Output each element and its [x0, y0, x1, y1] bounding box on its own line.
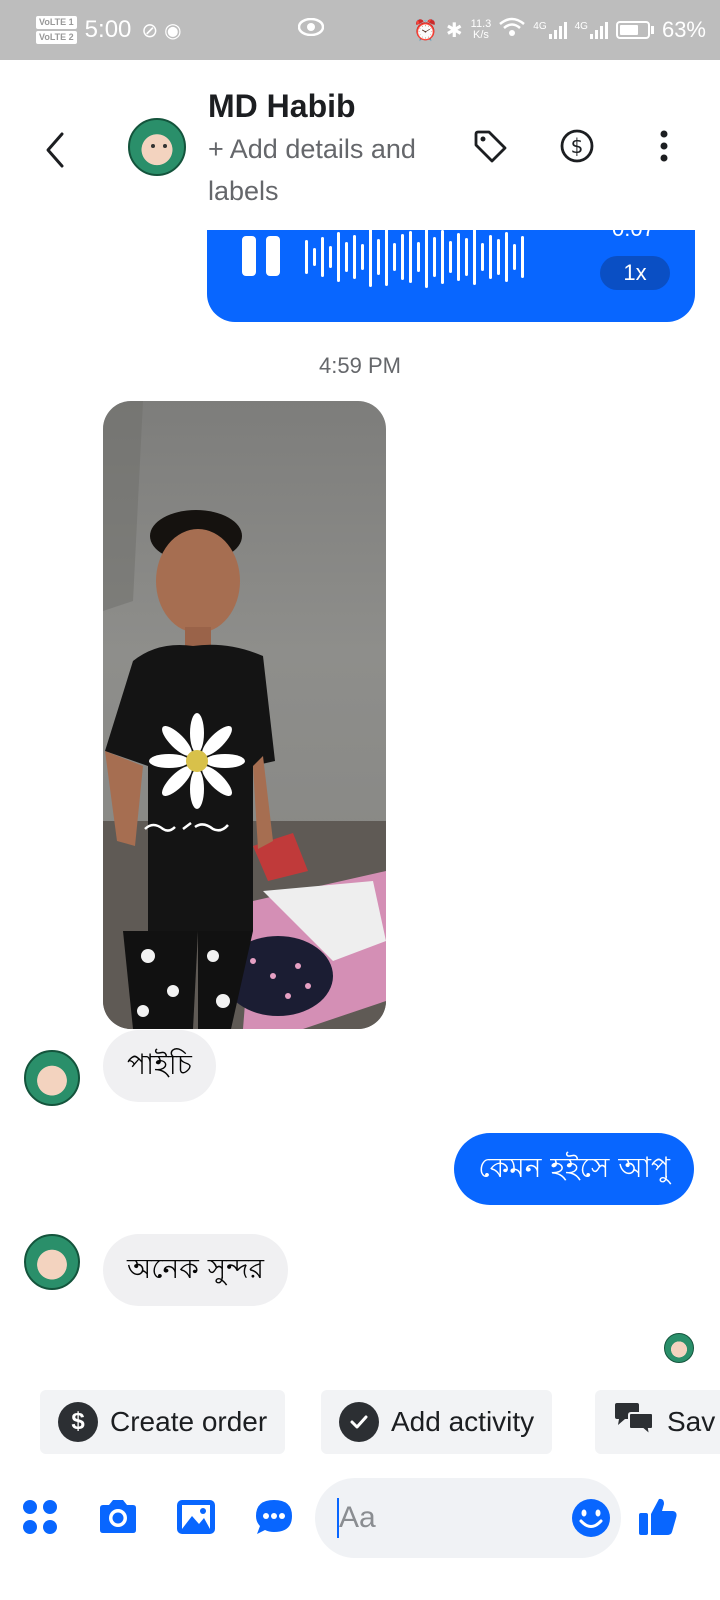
waveform-bar	[385, 230, 388, 286]
dollar-icon[interactable]: $	[557, 126, 597, 166]
audio-waveform[interactable]	[305, 230, 577, 294]
voice-message-bubble[interactable]: 0:07 1x	[207, 230, 695, 322]
back-icon[interactable]	[42, 130, 68, 180]
chat-options-icon[interactable]	[252, 1495, 296, 1539]
waveform-bar	[473, 230, 476, 285]
message-input[interactable]	[339, 1478, 559, 1558]
waveform-bar	[345, 242, 348, 272]
eye-icon	[297, 16, 325, 42]
playback-speed-button[interactable]: 1x	[600, 256, 670, 290]
sync-icon: ⊘	[141, 19, 159, 42]
apps-grid-icon[interactable]	[18, 1495, 62, 1539]
waveform-bar	[457, 233, 460, 281]
waveform-bar	[377, 239, 380, 275]
add-details-link[interactable]: + Add details and labels	[208, 128, 428, 212]
signal2-icon: 4G	[575, 21, 608, 39]
waveform-bar	[441, 230, 444, 284]
waveform-bar	[329, 246, 332, 268]
contact-avatar[interactable]	[128, 118, 186, 176]
sender-avatar[interactable]	[24, 1234, 80, 1290]
waveform-bar	[401, 234, 404, 280]
thumbs-up-icon[interactable]	[636, 1495, 680, 1539]
bluetooth-icon: ✱	[445, 19, 463, 42]
add-activity-label: Add activity	[391, 1406, 535, 1437]
waveform-bar	[481, 243, 484, 271]
waveform-bar	[409, 231, 412, 283]
emoji-icon[interactable]	[569, 1496, 613, 1540]
waveform-bar	[393, 243, 396, 271]
tag-icon[interactable]	[470, 126, 510, 166]
network-speed: 11.3 K/s	[471, 19, 492, 41]
message-composer	[0, 1475, 720, 1565]
wifi-icon	[499, 17, 526, 43]
waveform-bar	[513, 244, 516, 270]
check-circle-icon	[339, 1402, 379, 1442]
alarm-icon: ⏰	[413, 19, 438, 42]
waveform-bar	[497, 239, 500, 275]
svg-text:$: $	[571, 134, 584, 158]
create-order-label: Create order	[110, 1406, 268, 1437]
waveform-bar	[313, 248, 316, 266]
outgoing-message[interactable]: কেমন হইসে আপু	[454, 1133, 694, 1205]
message-input-container[interactable]	[315, 1478, 621, 1558]
waveform-bar	[417, 242, 420, 272]
battery-percent: 63%	[661, 17, 706, 42]
volte1-label: VoLTE 1	[36, 16, 77, 29]
waveform-bar	[353, 235, 356, 279]
contact-name[interactable]: MD Habib	[208, 88, 356, 125]
dollar-circle-icon: $	[58, 1402, 98, 1442]
waveform-bar	[425, 230, 428, 288]
read-receipt-avatar	[664, 1333, 694, 1363]
incoming-message[interactable]: পাইচি	[103, 1030, 216, 1102]
volte2-label: VoLTE 2	[36, 31, 77, 44]
waveform-bar	[465, 238, 468, 276]
waveform-bar	[337, 232, 340, 282]
status-bar: VoLTE 1 VoLTE 2 5:00 ⊘ ◉ ⏰ ✱ 11.3 K/s 4G…	[0, 0, 720, 60]
message-timestamp: 4:59 PM	[319, 353, 401, 378]
more-icon[interactable]	[644, 126, 684, 166]
waveform-bar	[449, 241, 452, 273]
messenger-notification-icon: ◉	[164, 19, 182, 42]
add-activity-chip[interactable]: Add activity	[321, 1390, 553, 1454]
waveform-bar	[521, 236, 524, 278]
child-photo-image	[103, 401, 386, 1029]
pause-icon[interactable]	[242, 236, 284, 276]
status-right: ⏰ ✱ 11.3 K/s 4G 4G 63%	[413, 17, 706, 43]
voice-duration: 0:07	[612, 230, 655, 242]
waveform-bar	[305, 240, 308, 274]
sender-avatar[interactable]	[24, 1050, 80, 1106]
photo-message[interactable]	[103, 401, 386, 1029]
chat-header: MD Habib + Add details and labels $	[0, 60, 720, 230]
waveform-bar	[361, 244, 364, 270]
waveform-bar	[505, 232, 508, 282]
status-time: 5:00	[84, 16, 132, 43]
battery-cap	[650, 26, 654, 34]
sig1-label: 4G	[533, 21, 547, 32]
battery-icon	[615, 21, 650, 39]
waveform-bar	[321, 237, 324, 277]
create-order-chip[interactable]: $ Create order	[40, 1390, 286, 1454]
signal1-icon: 4G	[533, 21, 567, 39]
waveform-bar	[369, 230, 372, 287]
saved-replies-label: Sav	[667, 1406, 716, 1437]
sig2-label: 4G	[574, 21, 588, 32]
net-speed-unit: K/s	[473, 29, 489, 41]
waveform-bar	[433, 237, 436, 277]
waveform-bar	[489, 235, 492, 279]
chat-bubbles-icon	[613, 1401, 655, 1444]
incoming-message[interactable]: অনেক সুন্দর	[103, 1234, 289, 1306]
volte-indicator: VoLTE 1 VoLTE 2	[36, 16, 77, 44]
gallery-icon[interactable]	[174, 1495, 218, 1539]
saved-replies-chip[interactable]: Sav	[595, 1390, 720, 1454]
quick-action-chips: $ Create order Add activity Sav	[0, 1390, 720, 1456]
camera-icon[interactable]	[96, 1495, 140, 1539]
